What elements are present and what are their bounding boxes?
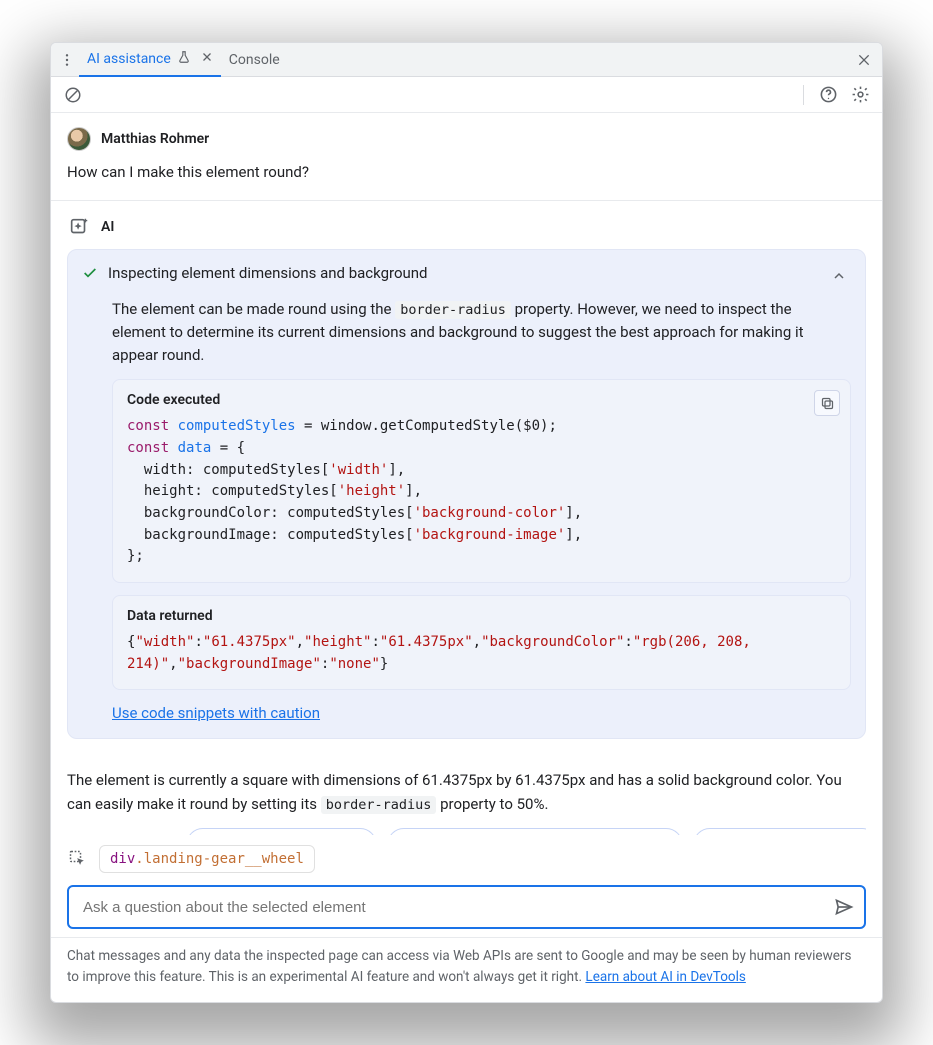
learn-more-link[interactable]: Learn about AI in DevTools	[585, 969, 745, 985]
copy-icon[interactable]	[814, 390, 840, 416]
ask-input-box	[67, 885, 866, 929]
tab-label: AI assistance	[87, 51, 171, 67]
flask-icon	[177, 50, 191, 68]
user-name: Matthias Rohmer	[101, 131, 209, 147]
code-executed-title: Code executed	[127, 392, 836, 408]
tab-console[interactable]: Console	[221, 43, 288, 76]
chevron-up-icon[interactable]	[827, 264, 851, 288]
suggestion-chip[interactable]: Can you do that for me?	[186, 828, 377, 835]
suggestion-chips: Can you do that for me? Is there any oth…	[186, 828, 866, 835]
ai-message: AI Inspecting element dimensions and bac…	[51, 200, 882, 756]
tab-label: Console	[229, 52, 280, 68]
tab-ai-assistance[interactable]: AI assistance	[79, 44, 221, 77]
help-icon[interactable]	[816, 83, 840, 107]
element-picker-icon[interactable]	[67, 848, 89, 870]
selected-element-chip[interactable]: div.landing-gear__wheel	[99, 845, 315, 873]
tab-strip: AI assistance Console	[51, 43, 882, 77]
code-executed-box: Code executed const computedStyles = win…	[112, 379, 851, 583]
caution-link[interactable]: Use code snippets with caution	[112, 704, 320, 722]
data-returned: {"width":"61.4375px","height":"61.4375px…	[127, 632, 836, 675]
code-inline: border-radius	[395, 301, 511, 319]
code-inline: border-radius	[321, 796, 437, 814]
tab-close-icon[interactable]	[201, 51, 213, 67]
user-question: How can I make this element round?	[67, 161, 866, 184]
close-panel-icon[interactable]	[852, 48, 876, 72]
check-icon	[82, 265, 98, 285]
step-intro: The element can be made round using the …	[68, 294, 865, 380]
user-message: Matthias Rohmer How can I make this elem…	[51, 113, 882, 200]
legal-disclaimer: Chat messages and any data the inspected…	[51, 937, 882, 1002]
user-avatar	[67, 127, 91, 151]
ai-sparkle-icon	[67, 215, 91, 239]
ask-input[interactable]	[81, 898, 832, 917]
suggestion-chip[interactable]: What if it wasn't a squa	[693, 828, 866, 835]
data-returned-box: Data returned {"width":"61.4375px","heig…	[112, 595, 851, 690]
clear-icon[interactable]	[61, 83, 85, 107]
inspection-panel: Inspecting element dimensions and backgr…	[67, 249, 866, 740]
suggestion-chip[interactable]: Is there any other way to make it round?	[387, 828, 684, 835]
feedback-row: Can you do that for me? Is there any oth…	[51, 824, 882, 835]
toolbar	[51, 77, 882, 113]
code-executed: const computedStyles = window.getCompute…	[127, 416, 836, 568]
ai-label: AI	[101, 219, 114, 235]
data-returned-title: Data returned	[127, 608, 836, 624]
conversation-area: Matthias Rohmer How can I make this elem…	[51, 113, 882, 835]
more-menu-icon[interactable]	[55, 48, 79, 72]
ai-summary: The element is currently a square with d…	[51, 755, 882, 824]
devtools-window: AI assistance Console	[50, 42, 883, 1003]
step-title: Inspecting element dimensions and backgr…	[108, 264, 817, 282]
send-icon[interactable]	[832, 895, 856, 919]
input-area: div.landing-gear__wheel	[51, 835, 882, 937]
settings-icon[interactable]	[848, 83, 872, 107]
